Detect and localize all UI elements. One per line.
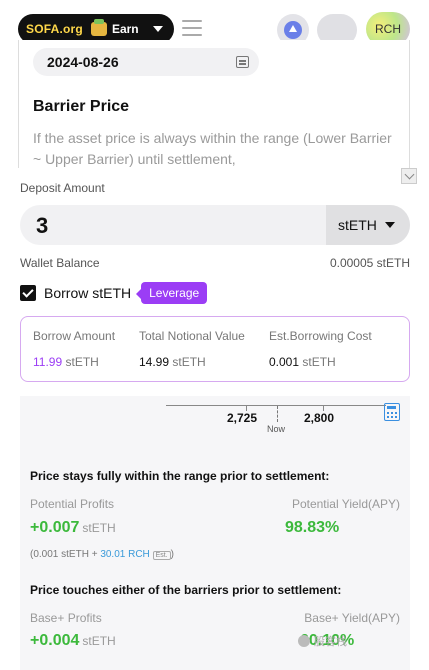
now-label: Now: [267, 424, 286, 434]
earn-icon: [90, 19, 107, 36]
potential-profits-label: Potential Profits: [30, 497, 115, 511]
brand-logo: SOFA.org: [26, 22, 83, 36]
caret-down-icon: [384, 222, 395, 228]
potential-profits-amount: +0.007: [30, 519, 80, 536]
range-lower-value: 2,725: [227, 411, 258, 425]
total-notional-value: 14.99: [139, 355, 170, 369]
scenario-touch-title: Price touches either of the barriers pri…: [30, 583, 342, 597]
borrow-amount-column: Borrow Amount 11.99 stETH: [33, 329, 115, 369]
deposit-amount-input[interactable]: 3: [36, 213, 48, 239]
barrier-price-description: If the asset price is always within the …: [33, 130, 392, 167]
watermark: 股客栈: [298, 633, 347, 649]
watermark-text: 股客栈: [314, 636, 347, 648]
base-profits-label: Base+ Profits: [30, 611, 102, 625]
borrow-checkbox[interactable]: [20, 285, 36, 301]
base-profits-unit: stETH: [82, 634, 116, 648]
borrowing-cost-value: 0.001: [269, 355, 300, 369]
now-marker: [277, 406, 278, 422]
potential-profits-value: +0.007 stETH: [30, 519, 116, 537]
barrier-price-title: Barrier Price: [33, 98, 130, 115]
scroll-down-icon[interactable]: [401, 168, 417, 184]
scenario-within-title: Price stays fully within the range prior…: [30, 469, 330, 483]
token-select-label: stETH: [338, 217, 377, 233]
borrow-label: Borrow stETH: [44, 285, 132, 301]
borrow-amount-unit: stETH: [65, 355, 99, 369]
calendar-icon[interactable]: [236, 56, 249, 68]
borrow-amount-label: Borrow Amount: [33, 329, 116, 343]
chevron-down-icon: [152, 26, 163, 32]
borrowing-cost-unit: stETH: [302, 355, 336, 369]
note-suffix: ): [170, 549, 174, 560]
potential-yield-value: 98.83%: [285, 519, 340, 536]
potential-yield-label: Potential Yield(APY): [291, 497, 400, 511]
range-upper-value: 2,800: [304, 411, 335, 425]
range-axis: [166, 405, 386, 406]
total-notional-label: Total Notional Value: [139, 329, 245, 343]
estimate-badge: Est.: [152, 551, 171, 560]
note-rch-amount: 30.01 RCH: [100, 549, 150, 560]
deposit-amount-field[interactable]: 3 stETH: [20, 205, 410, 245]
base-profits-amount: +0.004: [30, 632, 80, 649]
total-notional-unit: stETH: [172, 355, 206, 369]
ethereum-icon: [284, 21, 302, 39]
token-select[interactable]: stETH: [326, 205, 410, 245]
borrow-summary-card: Borrow Amount 11.99 stETH Total Notional…: [20, 316, 410, 382]
payoff-results-card: 2,725 2,800 Now Price stays fully within…: [20, 396, 410, 670]
borrow-option[interactable]: Borrow stETH Leverage: [20, 282, 208, 304]
product-label: Earn: [111, 22, 139, 36]
borrowing-cost-label: Est.Borrowing Cost: [269, 329, 372, 343]
borrowing-cost-column: Est.Borrowing Cost 0.001 stETH: [269, 329, 372, 369]
product-details-card: 2024-08-26 Barrier Price If the asset pr…: [18, 40, 410, 168]
profit-breakdown-note: (0.001 stETH + 30.01 RCH Est.): [30, 549, 174, 560]
expiry-date-field[interactable]: 2024-08-26: [33, 48, 259, 76]
base-profits-value: +0.004 stETH: [30, 632, 116, 650]
total-notional-column: Total Notional Value 14.99 stETH: [139, 329, 245, 369]
borrow-amount-value: 11.99: [33, 355, 63, 369]
deposit-amount-label: Deposit Amount: [20, 181, 105, 195]
calculator-icon[interactable]: [384, 403, 400, 421]
base-yield-label: Base+ Yield(APY): [304, 611, 400, 625]
note-prefix: (0.001 stETH +: [30, 549, 101, 560]
watermark-logo-icon: [298, 635, 310, 647]
wallet-balance-label: Wallet Balance: [20, 256, 100, 270]
leverage-badge: Leverage: [136, 282, 208, 304]
wallet-balance-value: 0.00005 stETH: [329, 256, 410, 270]
potential-profits-unit: stETH: [82, 521, 116, 535]
menu-icon[interactable]: [182, 20, 202, 38]
expiry-date-value: 2024-08-26: [47, 54, 119, 70]
